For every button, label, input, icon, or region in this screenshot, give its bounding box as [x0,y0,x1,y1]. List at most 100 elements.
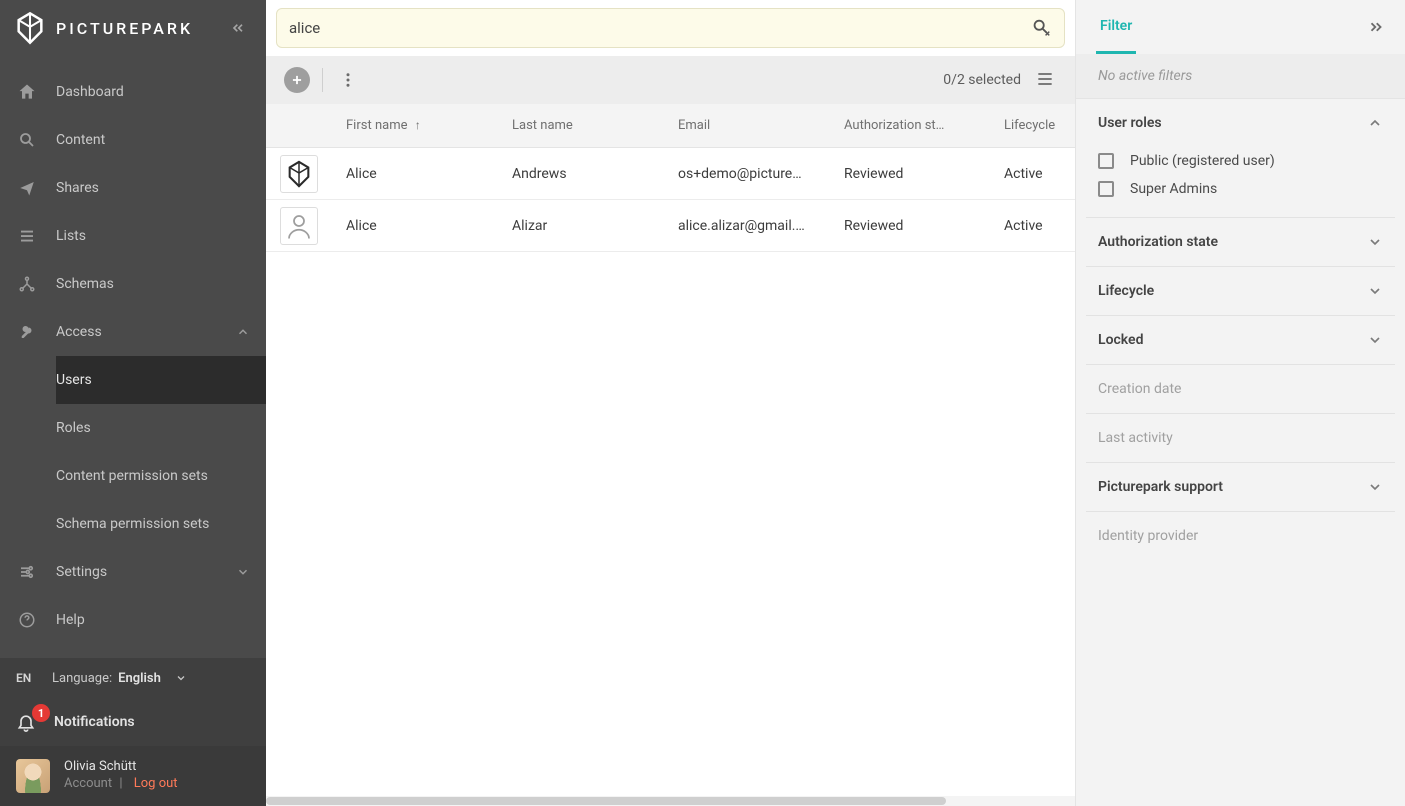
chevron-down-icon [1367,332,1383,348]
filter-section-title: Picturepark support [1098,479,1223,495]
active-filters-empty: No active filters [1076,54,1405,99]
sidebar-collapse-button[interactable] [226,16,250,40]
key-icon [16,321,38,343]
cell-first-name: Alice [346,166,512,182]
plus-icon [290,73,304,87]
account-link[interactable]: Account [64,776,112,791]
sidebar-item-label: Help [56,612,85,628]
cell-authorization: Reviewed [844,218,1004,234]
sidebar-item-label: Schema permission sets [56,516,209,532]
separator: | [119,776,122,791]
sidebar-item-schemas[interactable]: Schemas [0,260,266,308]
filter-section-user-roles[interactable]: User roles [1086,99,1395,147]
filter-section-last-activity[interactable]: Last activity [1086,414,1395,462]
filter-section-title: User roles [1098,115,1162,131]
filter-expand-button[interactable] [1367,18,1385,36]
search-clear-button[interactable] [1030,17,1052,39]
sidebar-item-roles[interactable]: Roles [56,404,266,452]
language-label: Language: [52,671,112,686]
sidebar-item-lists[interactable]: Lists [0,212,266,260]
cell-first-name: Alice [346,218,512,234]
selection-count: 0/2 selected [943,72,1021,88]
chevron-down-icon [1367,479,1383,495]
sidebar-item-settings[interactable]: Settings [0,548,266,596]
checkbox-label: Public (registered user) [1130,153,1275,169]
filter-checkbox-public[interactable]: Public (registered user) [1098,147,1383,175]
filter-section-title: Lifecycle [1098,283,1154,299]
table-row[interactable]: Alice Alizar alice.alizar@gmail.… Review… [266,200,1075,252]
add-button[interactable] [284,67,310,93]
chevron-down-icon [1367,234,1383,250]
column-last-name[interactable]: Last name [512,118,678,133]
language-value: English [118,671,161,686]
column-lifecycle[interactable]: Lifecycle [1004,118,1075,133]
notifications-button[interactable]: 1 Notifications [0,698,266,746]
sidebar-item-help[interactable]: Help [0,596,266,644]
filter-section-locked[interactable]: Locked [1086,316,1395,364]
filter-section-picturepark-support[interactable]: Picturepark support [1086,463,1395,511]
language-selector[interactable]: EN Language: English [0,658,266,698]
sidebar-item-dashboard[interactable]: Dashboard [0,68,266,116]
more-vertical-icon [339,71,357,89]
filter-checkbox-super-admins[interactable]: Super Admins [1098,175,1383,203]
table-row[interactable]: Alice Andrews os+demo@picture… Reviewed … [266,148,1075,200]
chevron-double-left-icon [230,20,246,36]
brand-logo-icon [16,11,44,45]
chevron-down-icon [1367,283,1383,299]
cell-email: alice.alizar@gmail.… [678,218,844,234]
filter-section-lifecycle[interactable]: Lifecycle [1086,267,1395,315]
cell-lifecycle: Active [1004,218,1075,234]
list-icon [16,225,38,247]
column-label: First name [346,118,407,133]
settings-icon [16,561,38,583]
search-icon [16,129,38,151]
sidebar-item-label: Users [56,372,92,388]
cell-last-name: Alizar [512,218,678,234]
sidebar-item-users[interactable]: Users [56,356,266,404]
search-input[interactable] [289,19,1030,37]
filter-section-title: Creation date [1098,381,1181,397]
avatar [16,759,50,793]
sidebar-item-content[interactable]: Content [0,116,266,164]
row-avatar [280,207,318,245]
column-email[interactable]: Email [678,118,844,133]
sidebar-item-shares[interactable]: Shares [0,164,266,212]
table-body: Alice Andrews os+demo@picture… Reviewed … [266,148,1075,796]
sidebar-item-label: Roles [56,420,91,436]
user-name: Olivia Schütt [64,759,178,776]
toolbar: 0/2 selected [266,56,1075,104]
column-authorization-state[interactable]: Authorization st… [844,118,1004,133]
sidebar-item-label: Content permission sets [56,468,208,484]
filter-tab[interactable]: Filter [1096,0,1136,54]
chevron-double-right-icon [1367,18,1385,36]
sidebar-item-schema-permission-sets[interactable]: Schema permission sets [56,500,266,548]
sidebar-item-access[interactable]: Access [0,308,266,356]
sidebar-item-label: Lists [56,228,86,244]
sidebar-item-label: Access [56,324,102,340]
horizontal-scrollbar[interactable] [266,796,1075,806]
filter-section-creation-date[interactable]: Creation date [1086,365,1395,413]
person-icon [284,211,314,241]
share-icon [16,177,38,199]
filter-section-identity-provider[interactable]: Identity provider [1086,512,1395,560]
logout-link[interactable]: Log out [134,776,178,791]
chevron-down-icon [175,672,187,684]
cell-email: os+demo@picture… [678,166,844,182]
help-icon [16,609,38,631]
sidebar: PICTUREPARK Dashboard Content [0,0,266,806]
search-bar [276,8,1065,48]
filter-section-title: Last activity [1098,430,1173,446]
filter-section-authorization-state[interactable]: Authorization state [1086,218,1395,266]
sidebar-item-content-permission-sets[interactable]: Content permission sets [56,452,266,500]
account-menu[interactable]: Olivia Schütt Account | Log out [0,746,266,806]
filter-section-title: Locked [1098,332,1143,348]
chevron-up-icon [1367,115,1383,131]
cell-last-name: Andrews [512,166,678,182]
view-toggle-button[interactable] [1035,69,1057,91]
chevron-down-icon [236,565,250,579]
column-first-name[interactable]: First name ↑ [346,118,512,133]
divider [322,68,323,92]
sidebar-item-label: Settings [56,564,107,580]
more-actions-button[interactable] [335,67,361,93]
brand-name: PICTUREPARK [56,19,214,38]
